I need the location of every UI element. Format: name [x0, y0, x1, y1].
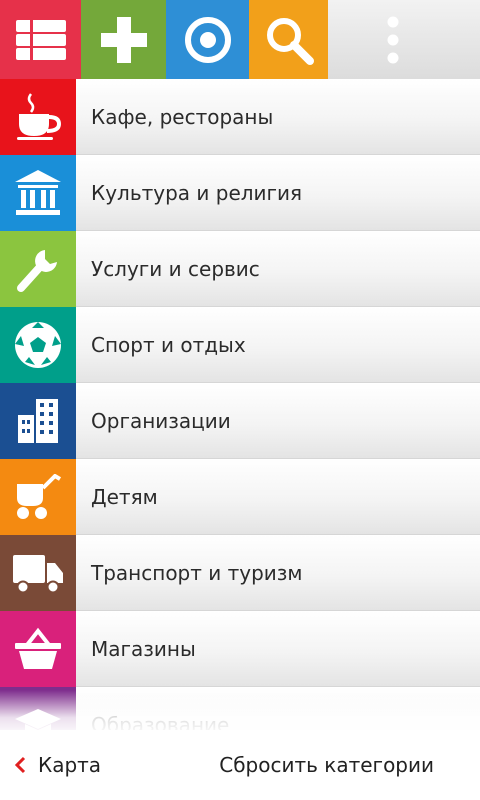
top-toolbar [0, 0, 480, 79]
category-item-shops[interactable]: Магазины [0, 611, 480, 687]
search-icon [266, 17, 314, 65]
add-place-button[interactable] [81, 0, 166, 79]
category-item-sport[interactable]: Спорт и отдых [0, 307, 480, 383]
category-label: Организации [91, 408, 231, 433]
category-label: Спорт и отдых [91, 332, 246, 357]
chevron-left-icon [14, 756, 26, 774]
category-label: Культура и религия [91, 180, 303, 205]
reset-categories-button[interactable]: Сбросить категории [219, 730, 434, 800]
back-to-map-button[interactable]: Карта [0, 730, 101, 800]
list-icon [15, 19, 66, 60]
coffee-cup-icon [17, 93, 62, 140]
category-item-kids[interactable]: Детям [0, 459, 480, 535]
category-label: Кафе, рестораны [91, 104, 274, 129]
truck-icon [13, 555, 63, 593]
museum-icon [15, 170, 61, 215]
plus-icon [100, 16, 147, 63]
category-label: Детям [91, 484, 158, 509]
category-item-cafe[interactable]: Кафе, рестораны [0, 79, 480, 155]
target-icon [184, 16, 231, 63]
back-label: Карта [38, 753, 102, 777]
soccer-ball-icon [15, 322, 61, 368]
category-item-transport[interactable]: Транспорт и туризм [0, 535, 480, 611]
more-menu-button[interactable] [328, 0, 480, 79]
category-item-services[interactable]: Услуги и сервис [0, 231, 480, 307]
category-label: Услуги и сервис [91, 256, 260, 281]
category-label: Магазины [91, 636, 196, 661]
category-label: Транспорт и туризм [91, 560, 303, 585]
bottom-bar: Карта Сбросить категории [0, 730, 480, 800]
categories-button[interactable] [0, 0, 81, 79]
wrench-icon [17, 250, 57, 292]
category-item-organizations[interactable]: Организации [0, 383, 480, 459]
office-building-icon [18, 399, 58, 443]
category-item-culture[interactable]: Культура и религия [0, 155, 480, 231]
category-list: Кафе, рестораны Культура и религия Услуг… [0, 79, 480, 763]
locate-button[interactable] [166, 0, 249, 79]
baby-stroller-icon [17, 474, 62, 519]
search-button[interactable] [249, 0, 328, 79]
shopping-basket-icon [15, 627, 61, 669]
more-vertical-icon [387, 16, 399, 63]
